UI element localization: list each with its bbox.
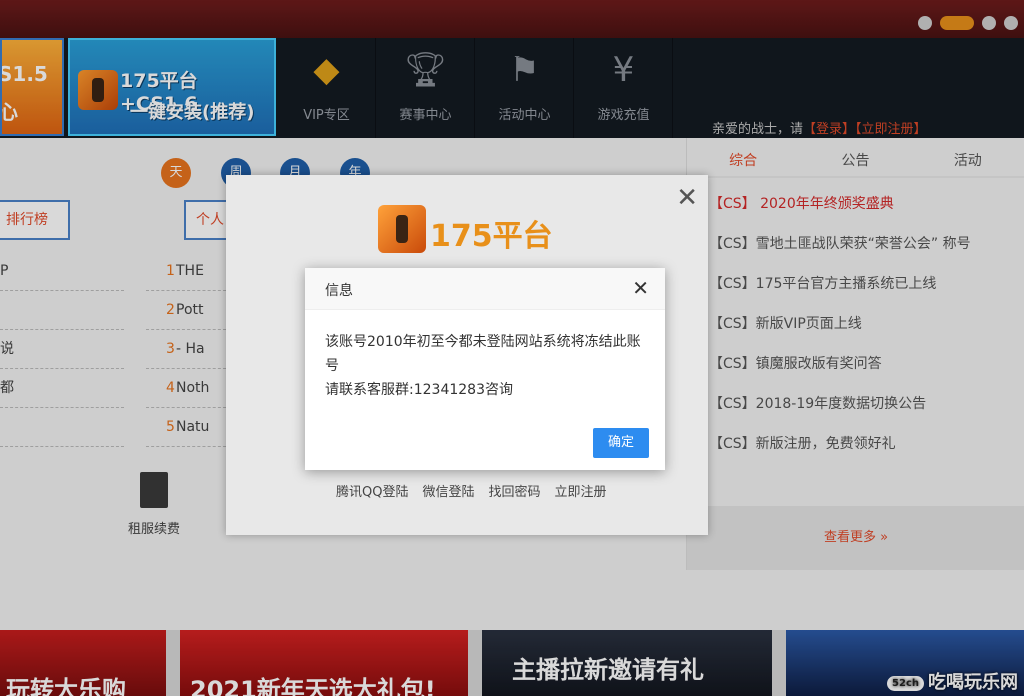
rent-server-label: 租服续费 <box>128 522 181 537</box>
nav-item-activities[interactable]: ⚑ 活动中心 <box>476 38 574 138</box>
flag-icon: ⚑ <box>509 50 540 90</box>
period-day[interactable]: 天 <box>161 158 191 188</box>
login-link[interactable]: 【登录】 <box>803 122 855 137</box>
table-row: 说 <box>0 330 124 369</box>
nav-item-events[interactable]: 🏆︎ 赛事中心 <box>377 38 475 138</box>
table-row[interactable]: 5Natu <box>146 408 226 447</box>
tab-activities[interactable]: 活动 <box>912 138 1024 176</box>
message-dialog: 信息 ✕ 该账号2010年初至今都未登陆网站系统将冻结此账号 请联系客服群:12… <box>305 268 665 470</box>
rank-list-right: 1THE 2Pott 3- Ha 4Noth 5Natu <box>146 252 226 447</box>
cs16-banner-subtitle: 一键安装(推荐) <box>130 102 255 123</box>
close-icon[interactable]: ✕ <box>632 278 649 298</box>
nav-item-label: 活动中心 <box>498 108 551 123</box>
table-row <box>0 291 124 330</box>
nav-item-recharge[interactable]: ¥ 游戏充值 <box>575 38 673 138</box>
promo-banner-2[interactable]: 2021新年天选大礼包! <box>180 630 468 696</box>
table-row <box>0 408 124 447</box>
player-name: - Ha <box>176 341 205 357</box>
login-logo: 175平台 <box>378 201 558 257</box>
table-row[interactable]: 3- Ha <box>146 330 226 369</box>
yen-icon: ¥ <box>612 50 635 90</box>
rank-number: 2 <box>166 302 175 318</box>
rank-number: 5 <box>166 419 175 435</box>
rank-list-left: P 说 都 <box>0 252 124 447</box>
promo-text: 主播拉新邀请有礼 <box>512 656 704 684</box>
watermark-text: 吃喝玩乐网 <box>928 672 1018 693</box>
site-watermark: 52ch 吃喝玩乐网 <box>887 668 1018 694</box>
minimize-icon[interactable] <box>982 16 996 30</box>
main-nav: S1.5 心 175平台+CS1.6 一键安装(推荐) ◆ VIP专区 🏆︎ 赛… <box>0 38 1024 138</box>
rent-server[interactable]: 租服续费 <box>128 472 180 537</box>
promo-banner-1[interactable]: 玩转大乐购 <box>0 630 166 696</box>
login-logo-text: 175平台 <box>430 219 553 254</box>
player-name: Natu <box>176 419 210 435</box>
nav-item-label: 游戏充值 <box>597 108 650 123</box>
close-icon[interactable]: ✕ <box>676 185 698 211</box>
register-now-link[interactable]: 立即注册 <box>555 481 607 500</box>
list-item[interactable]: 【CS】新版VIP页面上线 <box>709 304 1024 344</box>
cs16-install-banner[interactable]: 175平台+CS1.6 一键安装(推荐) <box>68 38 276 136</box>
login-links: 腾讯QQ登陆 微信登陆 找回密码 立即注册 <box>336 481 607 500</box>
nav-item-label: 赛事中心 <box>399 108 452 123</box>
tab-general[interactable]: 综合 <box>687 138 799 176</box>
rank-button[interactable]: 排行榜 <box>0 200 70 240</box>
rank-number: 3 <box>166 341 175 357</box>
news-tabs: 综合 公告 活动 <box>687 138 1024 178</box>
close-window-icon[interactable] <box>1004 16 1018 30</box>
dialog-body: 该账号2010年初至今都未登陆网站系统将冻结此账号 请联系客服群:1234128… <box>305 310 665 402</box>
view-more-link[interactable]: 查看更多 » <box>687 506 1024 570</box>
list-item[interactable]: 【CS】雪地土匪战队荣获“荣誉公会” 称号 <box>709 224 1024 264</box>
nav-item-label: VIP专区 <box>303 108 350 123</box>
table-row: 都 <box>0 369 124 408</box>
dialog-header: 信息 ✕ <box>305 268 665 310</box>
trophy-icon: 🏆︎ <box>403 50 448 90</box>
dialog-message-line2: 请联系客服群:12341283咨询 <box>325 382 513 398</box>
title-bar <box>0 0 1024 38</box>
player-name: THE <box>176 263 204 279</box>
server-icon <box>140 472 168 508</box>
watermark-badge: 52ch <box>887 675 924 691</box>
nav-item-vip[interactable]: ◆ VIP专区 <box>278 38 376 138</box>
rank-number: 4 <box>166 380 175 396</box>
dialog-title: 信息 <box>325 283 353 299</box>
rank-number: 1 <box>166 263 175 279</box>
window-controls <box>918 16 1018 30</box>
window-dot-icon[interactable] <box>918 16 932 30</box>
qq-login-link[interactable]: 腾讯QQ登陆 <box>336 481 408 500</box>
player-name: Noth <box>176 380 210 396</box>
window-pill-icon[interactable] <box>940 16 974 30</box>
greeting: 亲爱的战士，请【登录】【立即注册】 <box>712 118 927 137</box>
cs15-banner[interactable]: S1.5 心 <box>0 38 64 136</box>
greeting-text: 亲爱的战士，请 <box>712 122 804 137</box>
table-row[interactable]: 2Pott <box>146 291 226 330</box>
tab-announcements[interactable]: 公告 <box>799 138 911 176</box>
wechat-login-link[interactable]: 微信登陆 <box>422 481 474 500</box>
register-link[interactable]: 【立即注册】 <box>855 122 927 137</box>
cs-logo-icon <box>378 205 426 253</box>
player-name: Pott <box>176 302 204 318</box>
promo-banner-4[interactable]: 52ch 吃喝玩乐网 <box>786 630 1024 696</box>
list-item[interactable]: 【CS】新版注册，免费领好礼 <box>709 424 1024 464</box>
dialog-message-line1: 该账号2010年初至今都未登陆网站系统将冻结此账号 <box>325 334 641 374</box>
confirm-button[interactable]: 确定 <box>593 428 649 458</box>
promo-banner-3[interactable]: 主播拉新邀请有礼 <box>482 630 772 696</box>
list-item[interactable]: 【CS】镇魔服改版有奖问答 <box>709 344 1024 384</box>
cs-logo-icon <box>78 70 118 110</box>
recover-password-link[interactable]: 找回密码 <box>488 481 540 500</box>
news-list: 【CS】 2020年年终颁奖盛典 【CS】雪地土匪战队荣获“荣誉公会” 称号 【… <box>687 178 1024 464</box>
list-item[interactable]: 【CS】175平台官方主播系统已上线 <box>709 264 1024 304</box>
list-item[interactable]: 【CS】 2020年年终颁奖盛典 <box>709 184 1024 224</box>
cs15-banner-line1: S1.5 <box>0 62 48 86</box>
diamond-icon: ◆ <box>313 50 340 90</box>
table-row[interactable]: 4Noth <box>146 369 226 408</box>
news-panel: 综合 公告 活动 【CS】 2020年年终颁奖盛典 【CS】雪地土匪战队荣获“荣… <box>686 138 1024 570</box>
table-row[interactable]: 1THE <box>146 252 226 291</box>
promo-text: 玩转大乐购 <box>6 676 126 696</box>
list-item[interactable]: 【CS】2018-19年度数据切换公告 <box>709 384 1024 424</box>
cs15-banner-line2: 心 <box>0 100 18 124</box>
table-row: P <box>0 252 124 291</box>
promo-text: 2021新年天选大礼包! <box>190 676 436 696</box>
